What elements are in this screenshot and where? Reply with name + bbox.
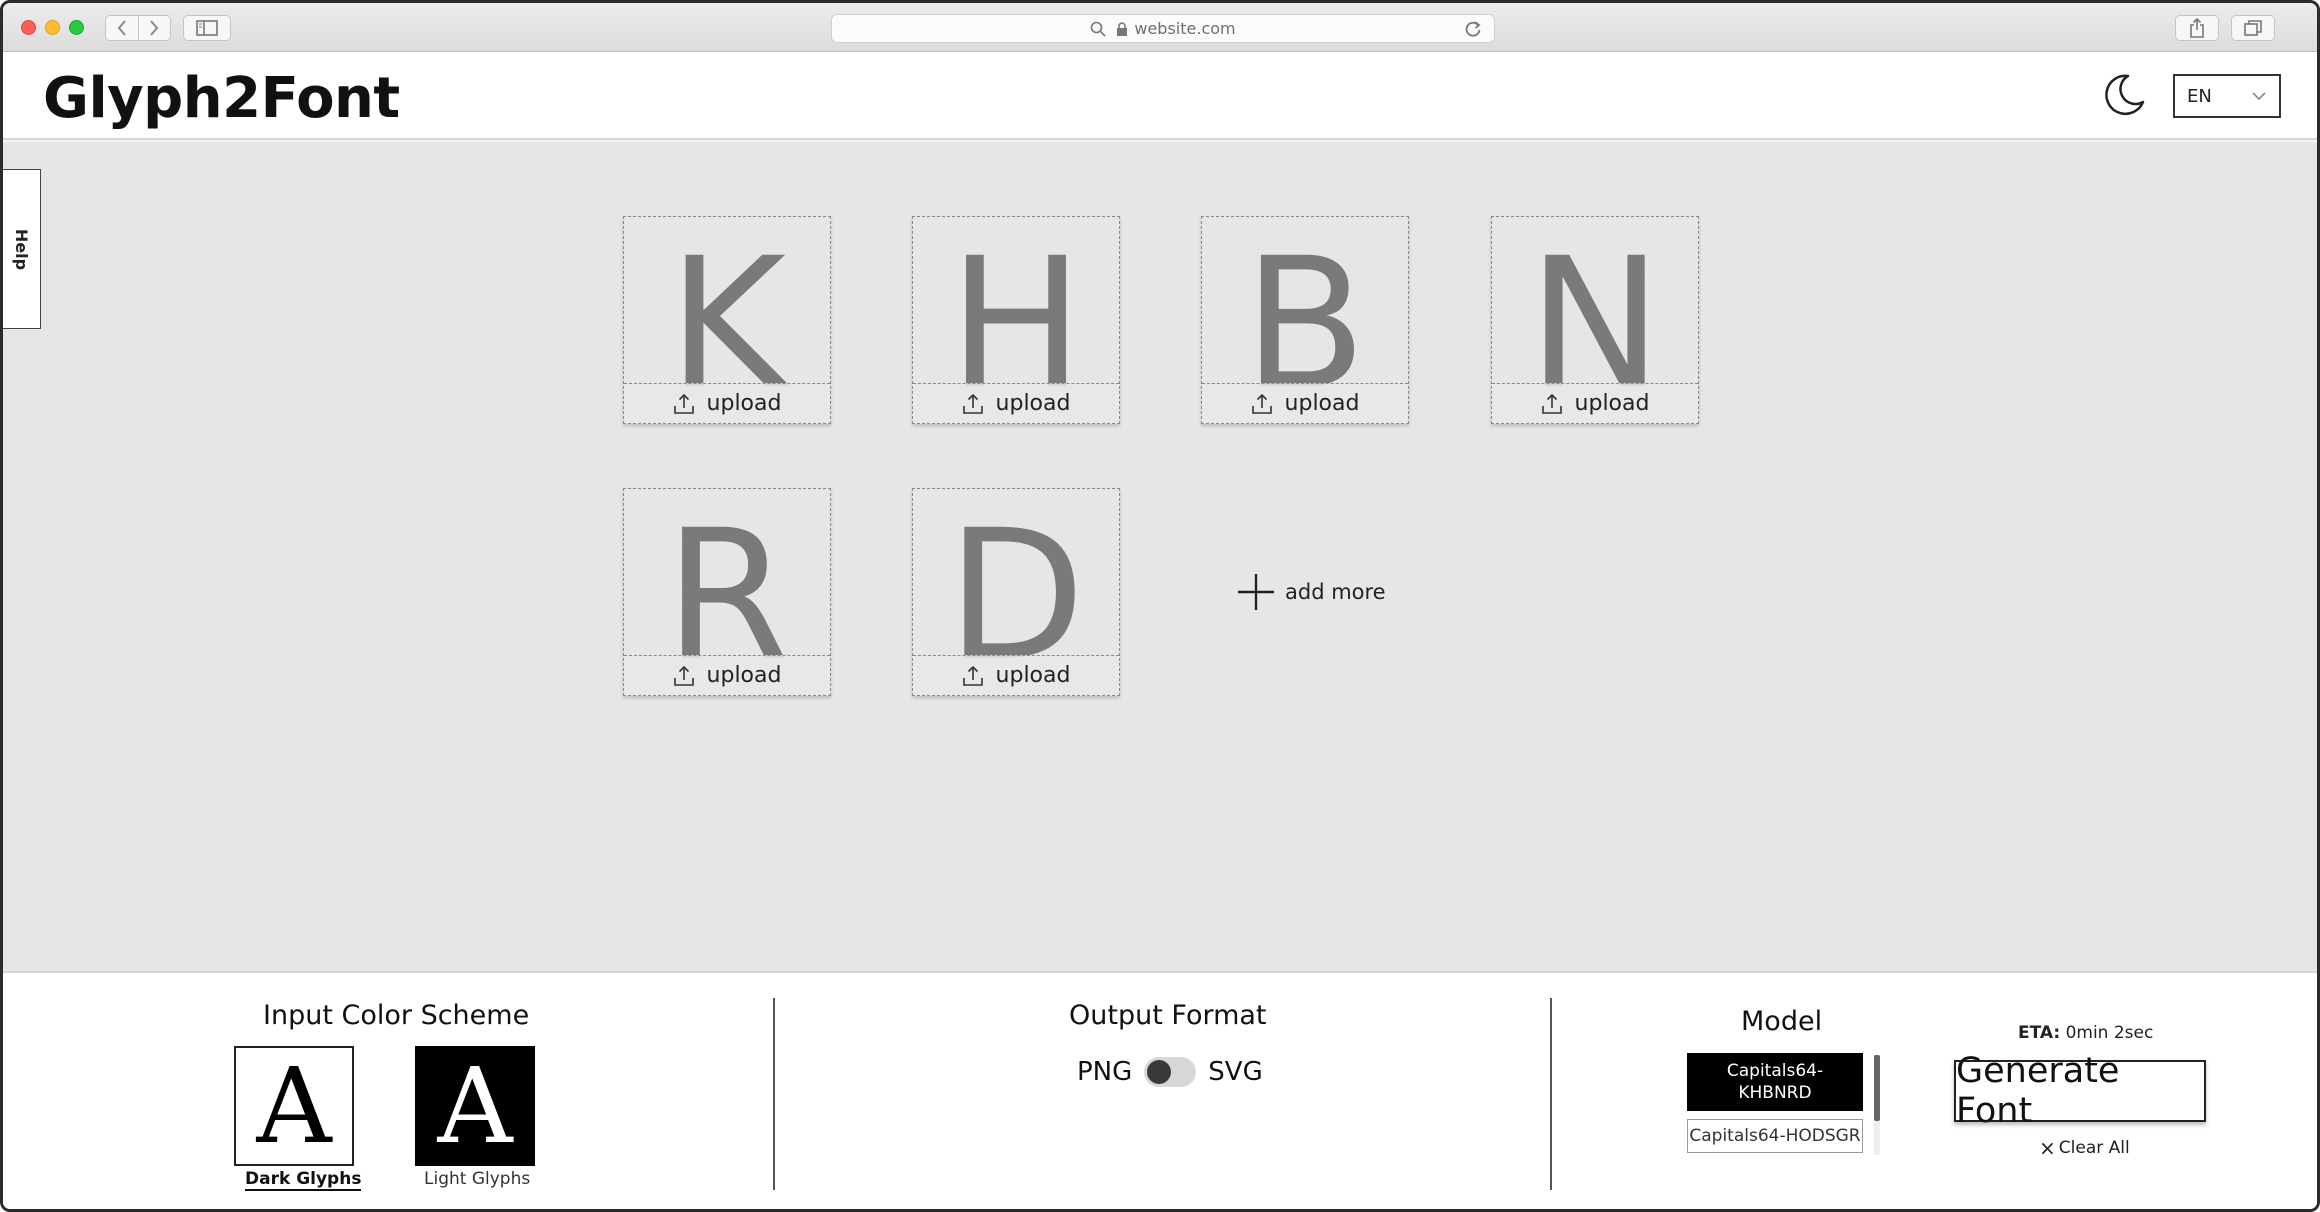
- browser-window: website.com Glyph2Font EN Help K upload …: [0, 0, 2320, 1212]
- upload-button[interactable]: upload: [1202, 383, 1408, 423]
- app-header: Glyph2Font EN: [3, 52, 2317, 140]
- search-icon: [1091, 21, 1106, 37]
- upload-button[interactable]: upload: [913, 383, 1119, 423]
- panel-divider: [1550, 998, 1552, 1190]
- glyph-card[interactable]: N upload: [1491, 216, 1699, 424]
- output-format-toggle: PNG SVG: [1077, 1057, 1263, 1087]
- panel-divider: [773, 998, 775, 1190]
- generate-font-button[interactable]: Generate Font: [1954, 1051, 2206, 1131]
- close-window-button[interactable]: [21, 20, 36, 35]
- sidebar-toggle-button[interactable]: [183, 15, 231, 41]
- clear-all-label: Clear All: [2058, 1138, 2130, 1158]
- maximize-window-button[interactable]: [69, 20, 84, 35]
- upload-icon: [962, 665, 983, 686]
- chevron-right-icon: [150, 20, 159, 36]
- upload-icon: [1251, 393, 1272, 414]
- svg-label[interactable]: SVG: [1208, 1057, 1262, 1087]
- chevron-left-icon: [117, 20, 126, 36]
- share-icon: [2190, 18, 2204, 38]
- glyph-card[interactable]: H upload: [912, 216, 1120, 424]
- settings-panel: Input Color Scheme A Dark Glyphs A Light…: [3, 971, 2317, 1209]
- model-option[interactable]: Capitals64-HODSGR: [1687, 1119, 1863, 1153]
- add-more-button[interactable]: add more: [1237, 573, 1386, 611]
- png-label[interactable]: PNG: [1077, 1057, 1132, 1087]
- navigation-buttons: [105, 15, 171, 41]
- moon-icon[interactable]: [2101, 72, 2147, 118]
- app-logo[interactable]: Glyph2Font: [43, 66, 400, 131]
- help-label: Help: [12, 228, 31, 270]
- upload-icon: [673, 393, 694, 414]
- eta-label: ETA:: [2018, 1023, 2061, 1043]
- close-icon: ×: [2039, 1136, 2056, 1160]
- upload-icon: [673, 665, 694, 686]
- forward-button[interactable]: [137, 16, 171, 40]
- share-button[interactable]: [2175, 15, 2219, 41]
- upload-icon: [962, 393, 983, 414]
- model-option-selected[interactable]: Capitals64- KHBNRD: [1687, 1053, 1863, 1111]
- address-bar[interactable]: website.com: [831, 14, 1495, 43]
- upload-button[interactable]: upload: [624, 655, 830, 695]
- glyph-card[interactable]: B upload: [1201, 216, 1409, 424]
- lock-icon: [1117, 21, 1128, 36]
- glyph-card[interactable]: R upload: [623, 488, 831, 696]
- model-list: Capitals64- KHBNRD Capitals64-HODSGR: [1687, 1053, 1882, 1153]
- upload-icon: [1541, 393, 1562, 414]
- upload-label: upload: [1284, 391, 1360, 416]
- tabs-button[interactable]: [2231, 15, 2275, 41]
- switch-knob: [1147, 1060, 1172, 1084]
- eta-readout: ETA: 0min 2sec: [2018, 1023, 2153, 1043]
- glyph-card[interactable]: D upload: [912, 488, 1120, 696]
- dark-glyphs-option[interactable]: A: [234, 1046, 354, 1166]
- model-title: Model: [1741, 1006, 1823, 1037]
- reload-icon[interactable]: [1464, 19, 1482, 39]
- format-switch[interactable]: [1144, 1057, 1197, 1087]
- tabs-icon: [2244, 20, 2262, 36]
- upload-label: upload: [706, 391, 782, 416]
- language-select[interactable]: EN: [2173, 74, 2281, 118]
- url-text: website.com: [1134, 19, 1236, 38]
- upload-label: upload: [995, 663, 1071, 688]
- dark-glyphs-sample: A: [256, 1045, 332, 1167]
- upload-button[interactable]: upload: [913, 655, 1119, 695]
- output-format-title: Output Format: [1069, 1000, 1267, 1031]
- upload-label: upload: [1574, 391, 1650, 416]
- eta-value: 0min 2sec: [2065, 1023, 2154, 1043]
- chevron-down-icon: [2252, 92, 2266, 101]
- light-glyphs-label[interactable]: Light Glyphs: [424, 1169, 530, 1189]
- light-glyphs-option[interactable]: A: [415, 1046, 535, 1166]
- upload-button[interactable]: upload: [1492, 383, 1698, 423]
- plus-icon: [1238, 574, 1274, 610]
- minimize-window-button[interactable]: [45, 20, 60, 35]
- upload-button[interactable]: upload: [624, 383, 830, 423]
- language-value: EN: [2187, 85, 2212, 107]
- add-more-label: add more: [1285, 580, 1386, 604]
- clear-all-button[interactable]: × Clear All: [2039, 1136, 2130, 1160]
- upload-label: upload: [995, 391, 1071, 416]
- sidebar-icon: [196, 20, 218, 36]
- color-scheme-title: Input Color Scheme: [263, 1000, 530, 1031]
- dark-glyphs-label[interactable]: Dark Glyphs: [245, 1169, 362, 1191]
- light-glyphs-sample: A: [437, 1045, 513, 1167]
- help-tab[interactable]: Help: [3, 169, 41, 329]
- glyph-card[interactable]: K upload: [623, 216, 831, 424]
- back-button[interactable]: [106, 16, 138, 40]
- browser-toolbar: website.com: [3, 3, 2317, 52]
- upload-label: upload: [706, 663, 782, 688]
- glyph-workspace: Help K upload H upload B upload N upload…: [3, 142, 2317, 971]
